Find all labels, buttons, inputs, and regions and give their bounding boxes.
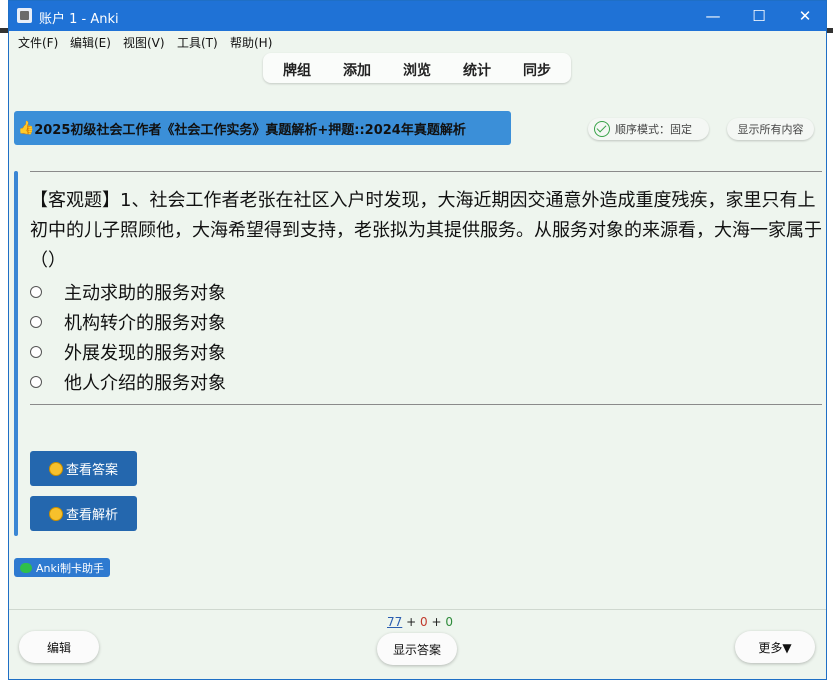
edit-label: 编辑 <box>46 640 71 655</box>
card-left-accent <box>14 171 18 536</box>
option-d-label: 他人介绍的服务对象 <box>64 373 226 394</box>
radio-option-c[interactable] <box>30 346 42 358</box>
background-window-fragment <box>0 24 8 33</box>
background-window-fragment <box>826 24 833 33</box>
smiley-icon <box>48 461 63 476</box>
option-b-label: 机构转介的服务对象 <box>64 313 226 334</box>
window-title: 账户 1 - Anki <box>39 12 119 27</box>
minimize-icon: — <box>705 7 721 25</box>
anki-helper-label: Anki制卡助手 <box>36 561 104 575</box>
order-mode-label: 顺序模式：固定 <box>615 123 692 136</box>
anki-helper-badge[interactable]: Anki制卡助手 <box>14 558 110 577</box>
learn-count: 0 <box>420 615 428 629</box>
close-icon: ✕ <box>798 7 812 25</box>
title-bar: 账户 1 - Anki — ☐ ✕ <box>9 1 826 31</box>
view-answer-button[interactable]: 查看答案 <box>30 451 137 486</box>
question-text: 【客观题】1、社会工作者老张在社区入户时发现，大海近期因交通意外造成重度残疾，家… <box>30 190 822 271</box>
toolbar-stats[interactable]: 统计 <box>463 60 491 80</box>
close-button[interactable]: ✕ <box>782 1 826 31</box>
option-c[interactable]: 外展发现的服务对象 <box>30 339 226 365</box>
wechat-icon <box>20 562 33 573</box>
toolbar-browse[interactable]: 浏览 <box>403 60 431 80</box>
show-answer-button[interactable]: 显示答案 <box>377 633 457 665</box>
deck-path-text: 2025初级社会工作者《社会工作实务》真题解析+押题::2024年真题解析 <box>34 122 466 138</box>
new-count: 77 <box>387 615 403 629</box>
card-bottom-divider <box>30 404 822 405</box>
menu-bar: 文件(F) 编辑(E) 视图(V) 工具(T) 帮助(H) <box>9 31 826 51</box>
show-answer-label: 显示答案 <box>392 642 441 657</box>
edit-button[interactable]: 编辑 <box>19 631 99 663</box>
anki-window: 账户 1 - Anki — ☐ ✕ 文件(F) 编辑(E) 视图(V) 工具(T… <box>8 0 827 680</box>
maximize-button[interactable]: ☐ <box>736 1 782 31</box>
check-circle-icon <box>594 121 610 137</box>
more-label: 更多▼ <box>758 640 792 655</box>
option-b[interactable]: 机构转介的服务对象 <box>30 309 226 335</box>
toolbar-add[interactable]: 添加 <box>343 60 371 80</box>
menu-file[interactable]: 文件(F) <box>18 34 58 51</box>
option-a[interactable]: 主动求助的服务对象 <box>30 279 226 305</box>
card-top-divider <box>30 171 822 172</box>
menu-view[interactable]: 视图(V) <box>123 34 165 51</box>
radio-option-d[interactable] <box>30 376 42 388</box>
thumbs-up-icon: 👍 <box>18 120 35 136</box>
review-counts: 77 + 0 + 0 <box>387 615 453 629</box>
anki-app-icon <box>17 8 32 23</box>
menu-tools[interactable]: 工具(T) <box>177 34 218 51</box>
plus-separator: + <box>431 615 442 629</box>
view-answer-label: 查看答案 <box>65 463 118 478</box>
option-c-label: 外展发现的服务对象 <box>64 343 226 364</box>
thinking-face-icon <box>48 506 63 521</box>
menu-help[interactable]: 帮助(H) <box>230 34 272 51</box>
show-all-label: 显示所有内容 <box>737 123 804 136</box>
plus-separator: + <box>406 615 417 629</box>
toolbar-sync[interactable]: 同步 <box>523 60 551 80</box>
view-analysis-button[interactable]: 查看解析 <box>30 496 137 531</box>
review-count: 0 <box>445 615 453 629</box>
more-button[interactable]: 更多▼ <box>735 631 815 663</box>
radio-option-a[interactable] <box>30 286 42 298</box>
deck-path-banner: 👍 2025初级社会工作者《社会工作实务》真题解析+押题::2024年真题解析 <box>14 111 511 145</box>
menu-edit[interactable]: 编辑(E) <box>70 34 111 51</box>
order-mode-pill[interactable]: 顺序模式：固定 <box>588 118 709 140</box>
radio-option-b[interactable] <box>30 316 42 328</box>
option-d[interactable]: 他人介绍的服务对象 <box>30 369 226 395</box>
minimize-button[interactable]: — <box>690 1 736 31</box>
main-toolbar: 牌组 添加 浏览 统计 同步 <box>263 53 571 83</box>
option-a-label: 主动求助的服务对象 <box>64 283 226 304</box>
view-analysis-label: 查看解析 <box>65 508 118 523</box>
toolbar-decks[interactable]: 牌组 <box>283 60 311 80</box>
show-all-button[interactable]: 显示所有内容 <box>727 118 814 140</box>
maximize-icon: ☐ <box>752 7 766 25</box>
